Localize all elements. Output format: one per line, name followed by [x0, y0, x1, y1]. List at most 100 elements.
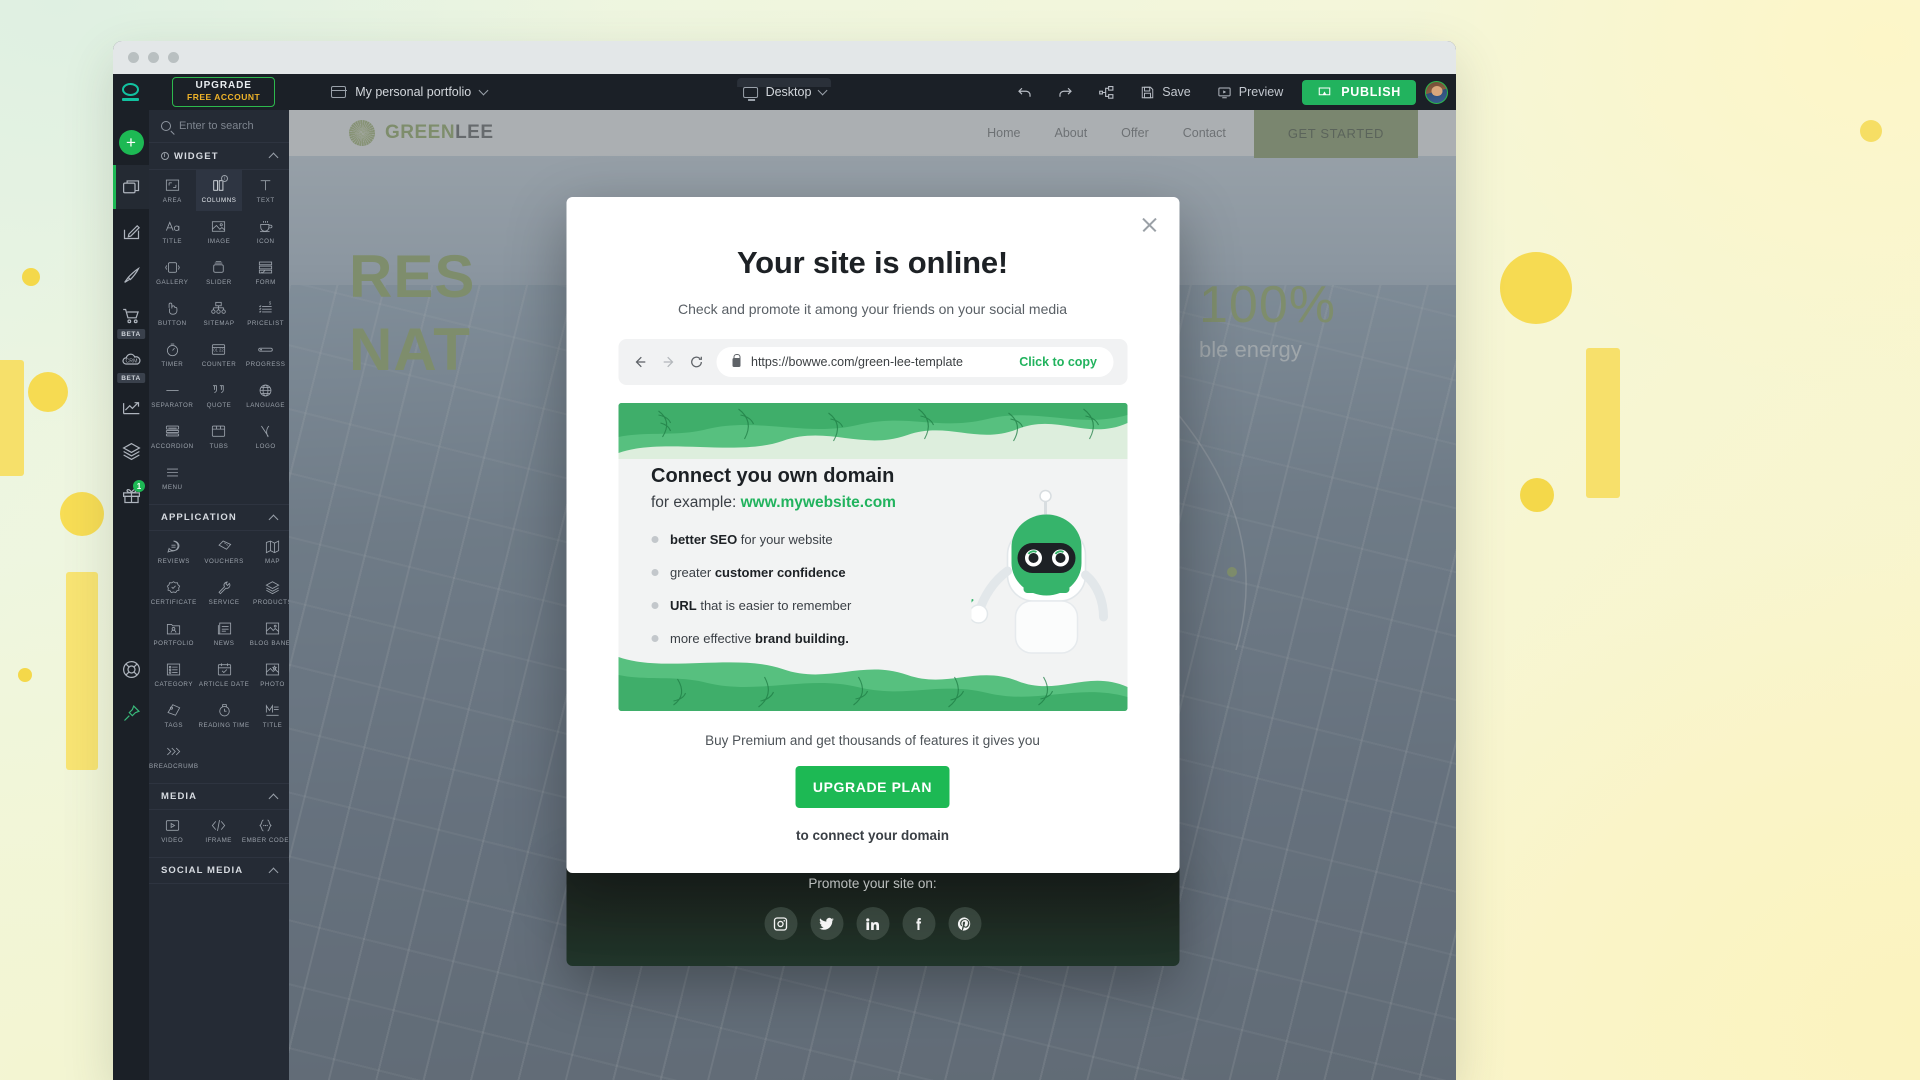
app-title[interactable]: TITLE: [250, 695, 289, 736]
sitemap-button[interactable]: [1086, 74, 1127, 110]
widget-pricelist[interactable]: $ PRICELIST: [242, 293, 289, 334]
chevron-up-icon: [268, 152, 279, 163]
app-map[interactable]: MAP: [250, 531, 289, 572]
twitter-button[interactable]: [810, 907, 843, 940]
search-placeholder: Enter to search: [179, 120, 254, 132]
connect-domain-text: to connect your domain: [795, 828, 949, 843]
media-iframe[interactable]: IFRAME: [195, 810, 241, 851]
instagram-button[interactable]: [764, 907, 797, 940]
widget-sitemap[interactable]: SITEMAP: [196, 293, 243, 334]
widget-logo[interactable]: LOGO: [242, 416, 289, 457]
app-news[interactable]: NEWS: [199, 613, 250, 654]
widget-tabs[interactable]: TUBS: [196, 416, 243, 457]
pin-icon: [123, 704, 140, 721]
deco-dot: [22, 268, 40, 286]
widget-form[interactable]: FORM: [242, 252, 289, 293]
widget-image[interactable]: IMAGE: [196, 211, 243, 252]
blog-banner-icon: [266, 622, 280, 634]
media-ember-code[interactable]: EMBER CODE: [242, 810, 289, 851]
app-service[interactable]: SERVICE: [199, 572, 250, 613]
svg-text:01 22: 01 22: [214, 347, 225, 352]
widget-counter[interactable]: 01 22 COUNTER: [196, 334, 243, 375]
widget-area[interactable]: AREA: [149, 170, 196, 211]
app-category[interactable]: CATEGORY: [149, 654, 199, 695]
widget-title[interactable]: TITLE: [149, 211, 196, 252]
facebook-button[interactable]: [902, 907, 935, 940]
sitemap-icon: [1099, 85, 1114, 99]
app-vouchers[interactable]: VOUCHERS: [199, 531, 250, 572]
beta-badge: BETA: [117, 373, 145, 383]
section-header-media[interactable]: MEDIA: [149, 783, 289, 810]
rail-item-pages[interactable]: [113, 165, 149, 209]
rail-item-analytics[interactable]: [113, 385, 149, 429]
widget-button[interactable]: BUTTON: [149, 293, 196, 334]
user-avatar[interactable]: [1425, 80, 1448, 104]
widget-text[interactable]: TEXT: [242, 170, 289, 211]
widget-label: AREA: [162, 196, 182, 204]
rail-item-gifts[interactable]: 1: [113, 473, 149, 517]
app-article-date[interactable]: ARTICLE DATE: [199, 654, 250, 695]
save-button[interactable]: Save: [1127, 74, 1204, 110]
search-input[interactable]: Enter to search: [149, 110, 289, 143]
widget-progress[interactable]: PROGRESS: [242, 334, 289, 375]
window-close-dot[interactable]: [128, 52, 139, 63]
reload-icon[interactable]: [688, 354, 704, 370]
section-header-application[interactable]: APPLICATION: [149, 504, 289, 531]
publish-button[interactable]: PUBLISH: [1302, 79, 1416, 105]
app-blog-banner[interactable]: BLOG BANER: [250, 613, 289, 654]
save-label: Save: [1162, 85, 1191, 99]
linkedin-button[interactable]: [856, 907, 889, 940]
pinterest-button[interactable]: [948, 907, 981, 940]
widget-columns[interactable]: i COLUMNS: [195, 170, 243, 211]
preview-button[interactable]: Preview: [1204, 74, 1296, 110]
copy-url-button[interactable]: Click to copy: [1019, 355, 1097, 369]
app-reviews[interactable]: REVIEWS: [149, 531, 199, 572]
gallery-icon: [165, 261, 180, 273]
app-tags[interactable]: TAGS: [149, 695, 199, 736]
widget-slider[interactable]: SLIDER: [196, 252, 243, 293]
add-widget-button[interactable]: +: [113, 119, 149, 165]
rail-item-design[interactable]: [113, 253, 149, 297]
rail-item-support[interactable]: [113, 647, 149, 691]
app-certificate[interactable]: CERTIFICATE: [149, 572, 199, 613]
deco-dot: [1520, 478, 1554, 512]
undo-button[interactable]: [1004, 74, 1045, 110]
rail-item-pin[interactable]: [113, 691, 149, 735]
section-header-widget[interactable]: i WIDGET: [149, 143, 289, 170]
arrow-left-icon[interactable]: [632, 354, 648, 370]
app-photo[interactable]: PHOTO: [250, 654, 289, 695]
window-maximize-dot[interactable]: [168, 52, 179, 63]
app-products[interactable]: PRODUCTS: [250, 572, 289, 613]
window-minimize-dot[interactable]: [148, 52, 159, 63]
arrow-right-icon[interactable]: [660, 354, 676, 370]
url-field[interactable]: https://bowwe.com/green-lee-template Cli…: [716, 347, 1113, 377]
promo-example: for example: www.mywebsite.com: [651, 494, 1127, 512]
widget-menu[interactable]: MENU: [149, 457, 196, 498]
rail-item-shop[interactable]: BETA: [113, 297, 149, 341]
widget-timer[interactable]: TIMER: [149, 334, 196, 375]
media-video[interactable]: VIDEO: [149, 810, 195, 851]
widget-accordion[interactable]: ACCORDION: [149, 416, 196, 457]
widget-label: GALLERY: [156, 278, 189, 286]
upgrade-plan-button[interactable]: UPGRADE PLAN: [795, 766, 950, 808]
widget-language[interactable]: LANGUAGE: [242, 375, 289, 416]
redo-button[interactable]: [1045, 74, 1086, 110]
widget-label: QUOTE: [206, 401, 232, 409]
widget-icon[interactable]: ICON: [242, 211, 289, 252]
close-icon[interactable]: [1140, 216, 1158, 234]
rail-item-crm[interactable]: CRM BETA: [113, 341, 149, 385]
widget-quote[interactable]: QUOTE: [196, 375, 243, 416]
app-breadcrumb[interactable]: BREADCRUMB: [149, 736, 199, 777]
device-selector[interactable]: Desktop: [737, 78, 832, 101]
project-selector[interactable]: My personal portfolio: [330, 85, 489, 99]
app-reading-time[interactable]: READING TIME: [199, 695, 250, 736]
section-header-social-media[interactable]: SOCIAL MEDIA: [149, 857, 289, 884]
rail-item-layers[interactable]: [113, 429, 149, 473]
rail-item-edit[interactable]: [113, 209, 149, 253]
widget-gallery[interactable]: GALLERY: [149, 252, 196, 293]
app-portfolio[interactable]: PORTFOLIO: [149, 613, 199, 654]
widget-separator[interactable]: SEPARATOR: [149, 375, 196, 416]
pricelist-icon: $: [259, 301, 272, 313]
upgrade-account-badge[interactable]: UPGRADE FREE ACCOUNT: [172, 77, 276, 107]
brand-logo[interactable]: [113, 74, 149, 110]
